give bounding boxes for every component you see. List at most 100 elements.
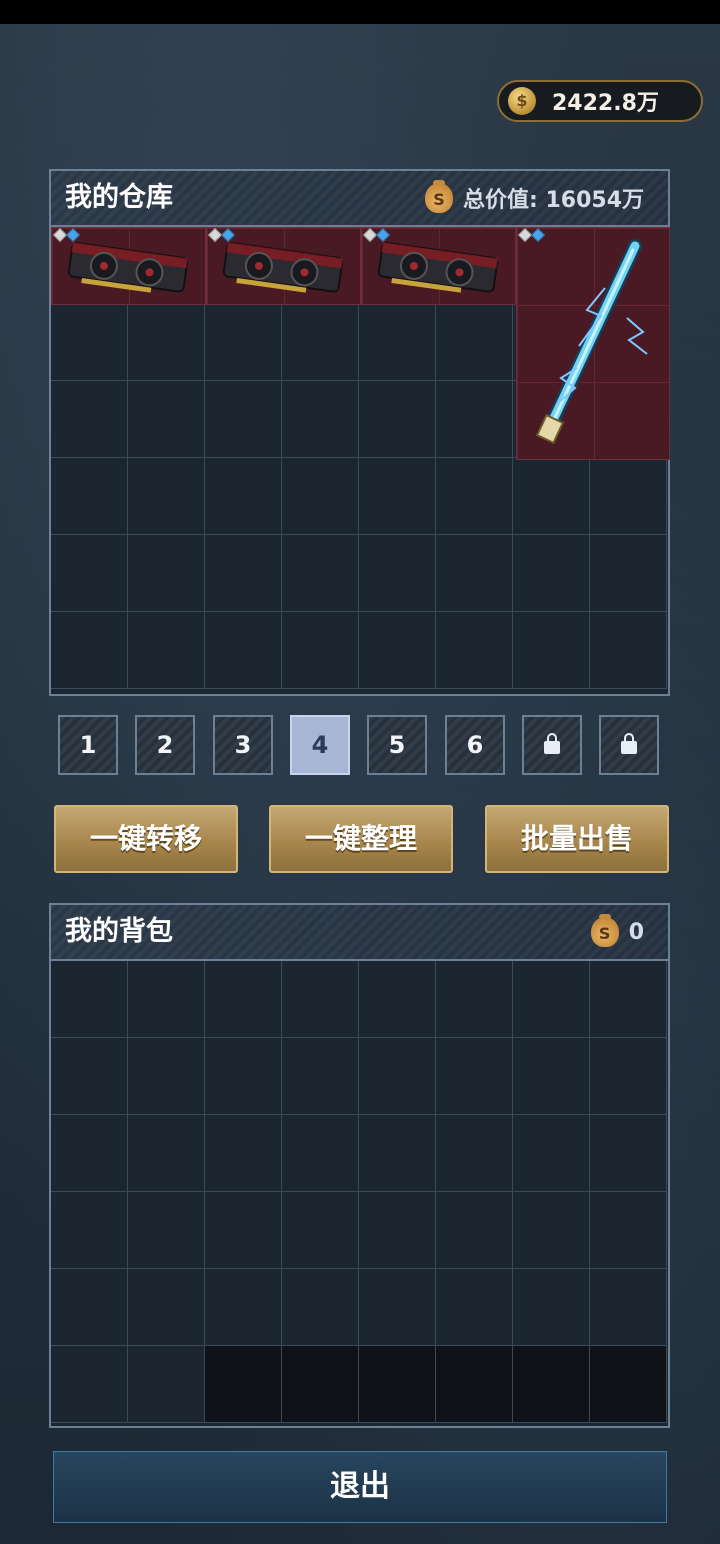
grid-slot[interactable] — [282, 381, 359, 458]
grid-slot[interactable] — [128, 612, 205, 689]
grid-slot[interactable] — [128, 381, 205, 458]
grid-slot[interactable] — [282, 535, 359, 612]
grid-slot[interactable] — [436, 1269, 513, 1346]
tab-page-4[interactable]: 4 — [290, 715, 350, 775]
grid-slot[interactable] — [51, 1115, 128, 1192]
grid-slot[interactable] — [205, 1269, 282, 1346]
grid-slot[interactable] — [436, 1346, 513, 1423]
grid-slot[interactable] — [51, 961, 128, 1038]
grid-slot[interactable] — [590, 535, 667, 612]
grid-slot[interactable] — [282, 1192, 359, 1269]
grid-slot[interactable] — [359, 1192, 436, 1269]
grid-slot[interactable] — [513, 1115, 590, 1192]
exit-button[interactable]: 退出 — [53, 1451, 667, 1523]
grid-slot[interactable] — [205, 304, 282, 381]
grid-slot[interactable] — [205, 458, 282, 535]
grid-slot[interactable] — [513, 1192, 590, 1269]
grid-slot[interactable] — [51, 381, 128, 458]
grid-slot[interactable] — [51, 1269, 128, 1346]
tab-page-6[interactable]: 6 — [445, 715, 505, 775]
grid-slot[interactable] — [436, 1115, 513, 1192]
grid-slot[interactable] — [513, 1038, 590, 1115]
grid-slot[interactable] — [513, 458, 590, 535]
grid-slot[interactable] — [128, 535, 205, 612]
grid-slot[interactable] — [590, 1269, 667, 1346]
warehouse-item-graphics-card-3[interactable] — [361, 227, 516, 305]
grid-slot[interactable] — [436, 304, 513, 381]
grid-slot[interactable] — [590, 1346, 667, 1423]
grid-slot[interactable] — [359, 381, 436, 458]
grid-slot[interactable] — [436, 535, 513, 612]
grid-slot[interactable] — [51, 458, 128, 535]
grid-slot[interactable] — [128, 304, 205, 381]
grid-slot[interactable] — [359, 1346, 436, 1423]
grid-slot[interactable] — [205, 1115, 282, 1192]
grid-slot[interactable] — [359, 1269, 436, 1346]
grid-slot[interactable] — [205, 381, 282, 458]
grid-slot[interactable] — [359, 458, 436, 535]
grid-slot[interactable] — [590, 612, 667, 689]
grid-slot[interactable] — [436, 1038, 513, 1115]
grid-slot[interactable] — [128, 458, 205, 535]
grid-slot[interactable] — [51, 535, 128, 612]
grid-slot[interactable] — [436, 612, 513, 689]
grid-slot[interactable] — [205, 535, 282, 612]
tab-page-3[interactable]: 3 — [213, 715, 273, 775]
grid-slot[interactable] — [128, 1115, 205, 1192]
grid-slot[interactable] — [205, 1192, 282, 1269]
grid-slot[interactable] — [590, 1038, 667, 1115]
grid-slot[interactable] — [128, 1038, 205, 1115]
grid-slot[interactable] — [359, 1038, 436, 1115]
bulk-sell-button[interactable]: 批量出售 — [485, 805, 669, 873]
grid-slot[interactable] — [282, 1115, 359, 1192]
grid-slot[interactable] — [359, 535, 436, 612]
warehouse-item-graphics-card-1[interactable] — [51, 227, 206, 305]
grid-slot[interactable] — [282, 612, 359, 689]
grid-slot[interactable] — [590, 1115, 667, 1192]
tab-page-2[interactable]: 2 — [135, 715, 195, 775]
grid-slot[interactable] — [51, 612, 128, 689]
grid-slot[interactable] — [590, 1192, 667, 1269]
tab-page-1[interactable]: 1 — [58, 715, 118, 775]
grid-slot[interactable] — [128, 1269, 205, 1346]
grid-slot[interactable] — [282, 1269, 359, 1346]
grid-slot[interactable] — [282, 1038, 359, 1115]
warehouse-item-lightning-rod[interactable] — [516, 227, 670, 460]
grid-slot[interactable] — [359, 961, 436, 1038]
grid-slot[interactable] — [590, 961, 667, 1038]
tab-page-locked-7[interactable] — [522, 715, 582, 775]
grid-slot[interactable] — [590, 458, 667, 535]
grid-slot[interactable] — [282, 961, 359, 1038]
grid-slot[interactable] — [436, 458, 513, 535]
grid-slot[interactable] — [513, 961, 590, 1038]
grid-slot[interactable] — [282, 304, 359, 381]
grid-slot[interactable] — [282, 458, 359, 535]
tab-page-5[interactable]: 5 — [367, 715, 427, 775]
grid-slot[interactable] — [128, 1346, 205, 1423]
grid-slot[interactable] — [513, 535, 590, 612]
grid-slot[interactable] — [436, 381, 513, 458]
grid-slot[interactable] — [436, 1192, 513, 1269]
grid-slot[interactable] — [436, 961, 513, 1038]
grid-slot[interactable] — [282, 1346, 359, 1423]
grid-slot[interactable] — [205, 612, 282, 689]
grid-slot[interactable] — [513, 1346, 590, 1423]
grid-slot[interactable] — [205, 1346, 282, 1423]
grid-slot[interactable] — [128, 961, 205, 1038]
grid-slot[interactable] — [51, 304, 128, 381]
grid-slot[interactable] — [51, 1192, 128, 1269]
tab-page-locked-8[interactable] — [599, 715, 659, 775]
grid-slot[interactable] — [513, 612, 590, 689]
auto-sort-button[interactable]: 一键整理 — [269, 805, 453, 873]
grid-slot[interactable] — [359, 612, 436, 689]
grid-slot[interactable] — [359, 304, 436, 381]
warehouse-item-graphics-card-2[interactable] — [206, 227, 361, 305]
grid-slot[interactable] — [205, 961, 282, 1038]
grid-slot[interactable] — [513, 1269, 590, 1346]
grid-slot[interactable] — [128, 1192, 205, 1269]
grid-slot[interactable] — [51, 1346, 128, 1423]
transfer-all-button[interactable]: 一键转移 — [54, 805, 238, 873]
grid-slot[interactable] — [205, 1038, 282, 1115]
grid-slot[interactable] — [51, 1038, 128, 1115]
grid-slot[interactable] — [359, 1115, 436, 1192]
